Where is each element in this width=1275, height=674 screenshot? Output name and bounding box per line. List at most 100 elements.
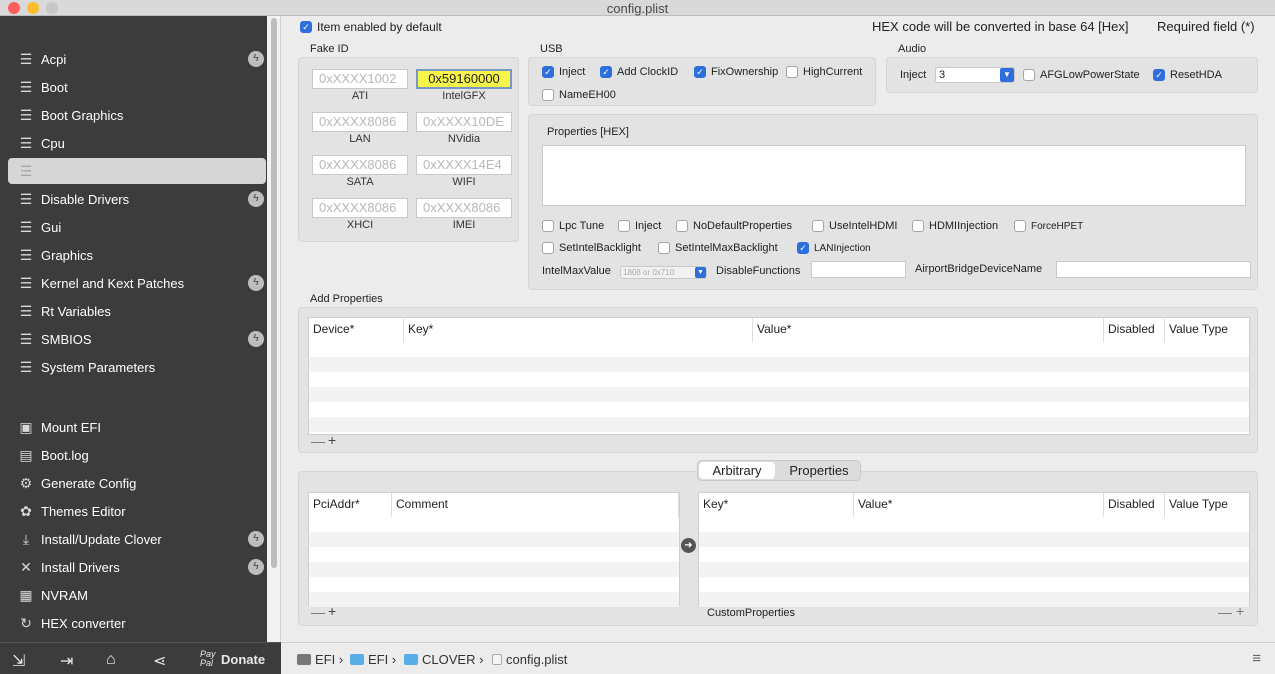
prop-setintelmaxbacklight-checkbox[interactable]: SetIntelMaxBacklight: [658, 242, 778, 254]
usb-title: USB: [540, 43, 563, 55]
tab-properties[interactable]: Properties: [778, 462, 860, 479]
sidebar-item-kernel-and-kext-patches[interactable]: ☰ Kernel and Kext Patches ϟ: [8, 270, 266, 296]
reset-hda-checkbox[interactable]: ✓ ResetHDA: [1153, 69, 1222, 81]
intel-max-input[interactable]: 1808 or 0x710 ▼: [620, 266, 707, 279]
sidebar-scrollbar[interactable]: [267, 16, 281, 642]
fake-id-imei-field[interactable]: 0xXXXX8086: [416, 198, 512, 218]
usb-highcurrent-checkbox[interactable]: HighCurrent: [786, 66, 862, 78]
sidebar-item-themes-editor[interactable]: ✿ Themes Editor: [8, 498, 266, 524]
sidebar-item-devices[interactable]: ☰ Devices: [8, 158, 266, 184]
usb-nameeh00-checkbox[interactable]: NameEH00: [542, 89, 616, 101]
usb-add-clockid-checkbox[interactable]: ✓ Add ClockID: [600, 66, 678, 78]
sidebar-item-boot-graphics[interactable]: ☰ Boot Graphics: [8, 102, 266, 128]
sidebar-item-install-drivers[interactable]: ✕ Install Drivers ϟ: [8, 554, 266, 580]
arbitrary-add-button[interactable]: +: [328, 603, 336, 619]
add-properties-add-button[interactable]: +: [328, 432, 336, 448]
tab-arbitrary[interactable]: Arbitrary: [699, 462, 775, 479]
fake-id-nvidia-field[interactable]: 0xXXXX10DE: [416, 112, 512, 132]
download-icon: ⤓: [22, 530, 30, 547]
custom-add-button[interactable]: +: [1236, 603, 1244, 619]
sidebar-item-label: SMBIOS: [41, 331, 92, 347]
fake-id-sata-field[interactable]: 0xXXXX8086: [312, 155, 408, 175]
disable-functions-input[interactable]: [811, 261, 906, 278]
sidebar-item-label: Generate Config: [41, 475, 137, 491]
custom-remove-button[interactable]: —: [1218, 604, 1232, 620]
breadcrumb-item[interactable]: CLOVER ›: [404, 652, 483, 667]
audio-inject-label: Inject: [900, 69, 927, 81]
sidebar-item-graphics[interactable]: ☰ Graphics: [8, 242, 266, 268]
sidebar-item-install-update-clover[interactable]: ⤓ Install/Update Clover ϟ: [8, 526, 266, 552]
fake-id-xhci-field[interactable]: 0xXXXX8086: [312, 198, 408, 218]
prop-setintelbacklight-checkbox[interactable]: SetIntelBacklight: [542, 242, 641, 254]
prop-lpc-tune-checkbox[interactable]: Lpc Tune: [542, 220, 604, 232]
sidebar-item-boot[interactable]: ☰ Boot: [8, 74, 266, 100]
table-row: [699, 532, 1249, 547]
menu-lines-icon[interactable]: ≡: [1252, 650, 1261, 667]
afg-low-power-checkbox[interactable]: AFGLowPowerState: [1023, 69, 1140, 81]
column-header-key-[interactable]: Key*: [699, 493, 854, 517]
table-row: [309, 592, 679, 607]
table-row: [309, 532, 679, 547]
column-header-pciaddr-[interactable]: PciAddr*: [309, 493, 392, 517]
fake-id-ati-field[interactable]: 0xXXXX1002: [312, 69, 408, 89]
sidebar-item-smbios[interactable]: ☰ SMBIOS ϟ: [8, 326, 266, 352]
sidebar-item-generate-config[interactable]: ⚙ Generate Config: [8, 470, 266, 496]
audio-inject-select[interactable]: 3 ▼: [935, 67, 1015, 83]
sidebar-item-boot-log[interactable]: ▤ Boot.log: [8, 442, 266, 468]
usb-inject-checkbox[interactable]: ✓ Inject: [542, 66, 585, 78]
column-header-device-[interactable]: Device*: [309, 318, 404, 342]
sidebar-item-cpu[interactable]: ☰ Cpu: [8, 130, 266, 156]
export-icon[interactable]: ⇥: [60, 651, 73, 671]
fake-id-intelgfx-field[interactable]: 0x59160000: [416, 69, 512, 89]
properties-hex-textarea[interactable]: [542, 145, 1246, 206]
prop-laninjection-checkbox[interactable]: ✓ LANInjection: [797, 242, 871, 254]
column-header-disabled[interactable]: Disabled: [1104, 318, 1165, 342]
fake-id-lan-field[interactable]: 0xXXXX8086: [312, 112, 408, 132]
prop-nodefaultproperties-checkbox[interactable]: NoDefaultProperties: [676, 220, 792, 232]
paypal-icon: Pay Pal: [200, 649, 216, 668]
sidebar-item-label: Boot: [41, 79, 68, 95]
sidebar-item-nvram[interactable]: ▦ NVRAM: [8, 582, 266, 608]
breadcrumb-item[interactable]: config.plist: [492, 652, 567, 667]
column-header-value-[interactable]: Value*: [854, 493, 1104, 517]
sidebar-item-system-parameters[interactable]: ☰ System Parameters: [8, 354, 266, 380]
prop-useintelhdmi-checkbox[interactable]: UseIntelHDMI: [812, 220, 897, 232]
donate-button[interactable]: Donate: [221, 652, 265, 667]
table-row: [309, 357, 1249, 372]
add-properties-table[interactable]: Device* Key* Value* Disabled Value Type: [308, 317, 1251, 435]
column-header-value-[interactable]: Value*: [753, 318, 1104, 342]
column-header-comment[interactable]: Comment: [392, 493, 679, 517]
column-header-value-type[interactable]: Value Type: [1165, 493, 1251, 517]
home-icon[interactable]: ⌂: [106, 651, 116, 669]
import-icon[interactable]: ⇲: [12, 651, 25, 671]
item-enabled-checkbox[interactable]: ✓ Item enabled by default: [300, 20, 442, 34]
breadcrumb-item[interactable]: EFI ›: [350, 652, 396, 667]
breadcrumb-item[interactable]: EFI ›: [297, 652, 343, 667]
sidebar-item-disable-drivers[interactable]: ☰ Disable Drivers ϟ: [8, 186, 266, 212]
usb-fixownership-checkbox[interactable]: ✓ FixOwnership: [694, 66, 778, 78]
list-icon: ☰: [19, 358, 33, 375]
airport-input[interactable]: [1056, 261, 1251, 278]
column-header-value-type[interactable]: Value Type: [1165, 318, 1251, 342]
sidebar-item-hex-converter[interactable]: ↻ HEX converter: [8, 610, 266, 636]
scrollbar-thumb[interactable]: [271, 18, 277, 568]
arbitrary-remove-button[interactable]: —: [311, 604, 325, 620]
column-header-key-[interactable]: Key*: [404, 318, 753, 342]
sidebar-item-acpi[interactable]: ☰ Acpi ϟ: [8, 46, 266, 72]
prop-inject-checkbox[interactable]: Inject: [618, 220, 661, 232]
sidebar-item-mount-efi[interactable]: ▣ Mount EFI: [8, 414, 266, 440]
chevron-down-icon: ▼: [1000, 68, 1014, 82]
list-icon: ☰: [19, 50, 33, 67]
sidebar-item-rt-variables[interactable]: ☰ Rt Variables: [8, 298, 266, 324]
prop-hdmiinjection-checkbox[interactable]: HDMIInjection: [912, 220, 998, 232]
add-properties-remove-button[interactable]: —: [311, 433, 325, 449]
fake-id-panel: 0xXXXX1002 ATI 0x59160000 IntelGFX 0xXXXX808…: [298, 57, 519, 242]
share-icon[interactable]: ⋖: [153, 651, 166, 671]
fake-id-wifi-field[interactable]: 0xXXXX14E4: [416, 155, 512, 175]
arbitrary-devices-table[interactable]: PciAddr* Comment: [308, 492, 680, 607]
sidebar-item-gui[interactable]: ☰ Gui: [8, 214, 266, 240]
arrow-right-icon[interactable]: ➜: [681, 538, 696, 553]
prop-forcehpet-checkbox[interactable]: ForceHPET: [1014, 220, 1083, 232]
custom-properties-table[interactable]: Key* Value* Disabled Value Type: [698, 492, 1251, 607]
column-header-disabled[interactable]: Disabled: [1104, 493, 1165, 517]
